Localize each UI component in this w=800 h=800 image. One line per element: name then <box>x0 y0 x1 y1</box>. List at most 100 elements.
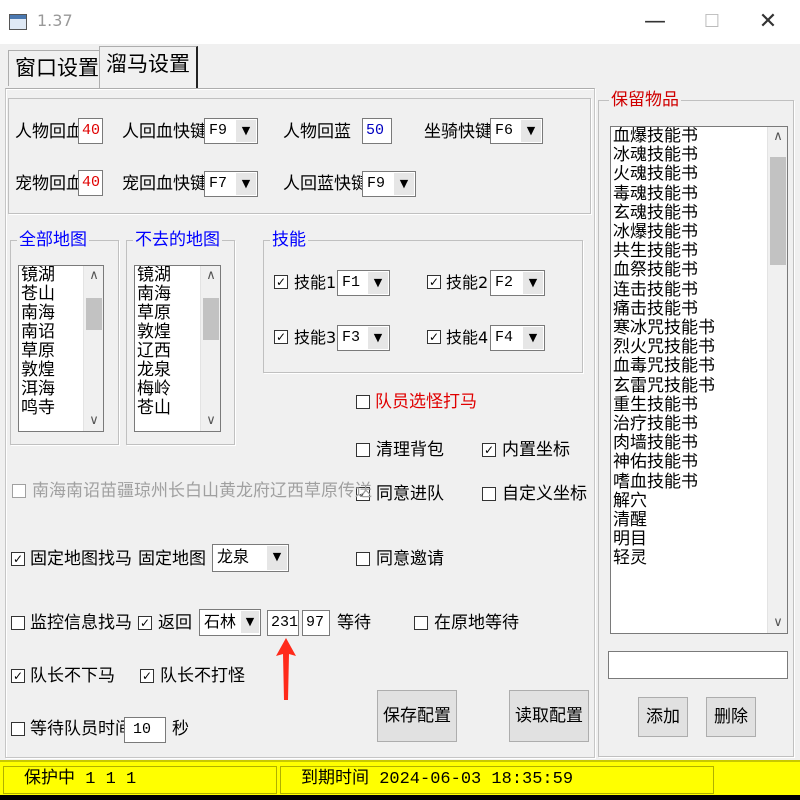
pet-key-select[interactable]: F7 ▼ <box>204 171 258 197</box>
list-item[interactable]: 玄魂技能书 <box>613 203 715 223</box>
list-item[interactable]: 南海 <box>137 285 171 304</box>
list-item[interactable]: 草原 <box>137 304 171 323</box>
builtin-coord-checkbox[interactable]: ✓ <box>482 443 496 457</box>
list-item[interactable]: 苍山 <box>137 399 171 418</box>
hp-input[interactable]: 40 <box>78 118 103 144</box>
keep-item-input[interactable] <box>608 651 788 679</box>
list-item[interactable]: 南海 <box>21 304 55 323</box>
scrollbar[interactable]: ∧ ∨ <box>83 266 103 431</box>
list-item[interactable]: 肉墙技能书 <box>613 434 715 453</box>
list-item[interactable]: 重生技能书 <box>613 395 715 415</box>
list-item[interactable]: 血爆技能书 <box>613 127 715 146</box>
list-item[interactable]: 毒魂技能书 <box>613 184 715 204</box>
list-item[interactable]: 镜湖 <box>137 266 171 285</box>
list-item[interactable]: 龙泉 <box>137 361 171 380</box>
list-item[interactable]: 敦煌 <box>21 361 55 380</box>
skip-maps-list[interactable]: 镜湖 南海 草原 敦煌 辽西 龙泉 梅岭 苍山 ∧ ∨ <box>134 265 221 432</box>
tab-horse-settings[interactable]: 溜马设置 <box>99 46 198 88</box>
scrollbar[interactable]: ∧ ∨ <box>200 266 220 431</box>
load-config-button[interactable]: 读取配置 <box>509 690 589 742</box>
scroll-down-icon[interactable]: ∨ <box>768 613 787 633</box>
skill3-key-select[interactable]: F3 ▼ <box>337 325 390 351</box>
clean-bag-checkbox[interactable] <box>356 443 370 457</box>
list-item[interactable]: 苍山 <box>21 285 55 304</box>
list-item[interactable]: 梅岭 <box>137 380 171 399</box>
skill4-key-select[interactable]: F4 ▼ <box>490 325 545 351</box>
scroll-thumb[interactable] <box>86 298 102 330</box>
list-item[interactable]: 敦煌 <box>137 323 171 342</box>
list-item[interactable]: 血毒咒技能书 <box>613 357 715 376</box>
custom-coord-checkbox[interactable] <box>482 487 496 501</box>
list-item[interactable]: 连击技能书 <box>613 280 715 300</box>
return-map-select[interactable]: 石林 ▼ <box>199 609 261 636</box>
scroll-up-icon[interactable]: ∧ <box>768 127 787 147</box>
list-item[interactable]: 嗜血技能书 <box>613 472 715 492</box>
monitor-checkbox[interactable] <box>11 616 25 630</box>
list-item[interactable]: 寒冰咒技能书 <box>613 318 715 338</box>
list-item[interactable]: 冰魂技能书 <box>613 146 715 165</box>
scroll-down-icon[interactable]: ∨ <box>84 411 103 431</box>
list-item[interactable]: 火魂技能书 <box>613 165 715 184</box>
list-item[interactable]: 烈火咒技能书 <box>613 338 715 357</box>
list-item[interactable]: 冰爆技能书 <box>613 222 715 242</box>
tab-window-settings[interactable]: 窗口设置 <box>8 50 106 86</box>
leader-no-fight-checkbox[interactable]: ✓ <box>140 669 154 683</box>
skill2-checkbox[interactable]: ✓ <box>427 275 441 289</box>
skill3-checkbox[interactable]: ✓ <box>274 330 288 344</box>
chevron-down-icon: ▼ <box>241 611 259 633</box>
scrollbar[interactable]: ∧ ∨ <box>767 127 787 633</box>
pet-input[interactable]: 40 <box>78 170 103 196</box>
add-button[interactable]: 添加 <box>638 697 688 737</box>
list-item[interactable]: 玄雷咒技能书 <box>613 376 715 396</box>
list-item[interactable]: 草原 <box>21 342 55 361</box>
skill2-key-select[interactable]: F2 ▼ <box>490 270 545 296</box>
scroll-down-icon[interactable]: ∨ <box>201 411 220 431</box>
save-config-button[interactable]: 保存配置 <box>377 690 457 742</box>
scroll-up-icon[interactable]: ∧ <box>84 266 103 286</box>
list-item[interactable]: 痛击技能书 <box>613 299 715 319</box>
list-item[interactable]: 清醒 <box>613 510 715 530</box>
list-item[interactable]: 轻灵 <box>613 549 715 568</box>
scroll-thumb[interactable] <box>770 157 786 265</box>
wait-seconds-input[interactable]: 10 <box>124 717 166 743</box>
fixed-map-select[interactable]: 龙泉 ▼ <box>212 544 289 572</box>
return-checkbox[interactable]: ✓ <box>138 616 152 630</box>
hp-key-select[interactable]: F9 ▼ <box>204 118 258 144</box>
list-item[interactable]: 鸣寺 <box>21 399 55 418</box>
member-pick-checkbox[interactable] <box>356 395 370 409</box>
list-item[interactable]: 神佑技能书 <box>613 453 715 472</box>
agree-invite-checkbox[interactable] <box>356 552 370 566</box>
skill1-checkbox[interactable]: ✓ <box>274 275 288 289</box>
clean-bag-label: 清理背包 <box>376 440 444 460</box>
list-item[interactable]: 共生技能书 <box>613 242 715 261</box>
mp-key-select[interactable]: F9 ▼ <box>362 171 416 197</box>
list-item[interactable]: 洱海 <box>21 380 55 399</box>
maximize-button[interactable]: ☐ <box>697 8 727 36</box>
keep-items-list[interactable]: 血爆技能书 冰魂技能书 火魂技能书 毒魂技能书 玄魂技能书 冰爆技能书 共生技能… <box>610 126 788 634</box>
scroll-thumb[interactable] <box>203 298 219 340</box>
mount-key-select[interactable]: F6 ▼ <box>490 118 543 144</box>
list-item[interactable]: 辽西 <box>137 342 171 361</box>
minimize-button[interactable]: — <box>640 8 670 36</box>
list-item[interactable]: 血祭技能书 <box>613 261 715 280</box>
coord-x-input[interactable]: 231 <box>267 610 299 636</box>
leader-no-dismount-checkbox[interactable]: ✓ <box>11 669 25 683</box>
list-item[interactable]: 镜湖 <box>21 266 55 285</box>
wait-member-label: 等待队员时间 <box>30 719 132 739</box>
route-checkbox[interactable] <box>12 484 26 498</box>
list-item[interactable]: 明目 <box>613 530 715 549</box>
delete-button[interactable]: 删除 <box>706 697 756 737</box>
all-maps-list[interactable]: 镜湖 苍山 南海 南诏 草原 敦煌 洱海 鸣寺 ∧ ∨ <box>18 265 104 432</box>
wait-member-checkbox[interactable] <box>11 722 25 736</box>
close-button[interactable]: ✕ <box>753 8 783 36</box>
skill4-checkbox[interactable]: ✓ <box>427 330 441 344</box>
mp-input[interactable]: 50 <box>362 118 392 144</box>
scroll-up-icon[interactable]: ∧ <box>201 266 220 286</box>
skill1-key-select[interactable]: F1 ▼ <box>337 270 390 296</box>
list-item[interactable]: 治疗技能书 <box>613 414 715 434</box>
list-item[interactable]: 南诏 <box>21 323 55 342</box>
list-item[interactable]: 解穴 <box>613 491 715 511</box>
coord-y-input[interactable]: 97 <box>302 610 330 636</box>
wait-here-checkbox[interactable] <box>414 616 428 630</box>
fixed-map-checkbox[interactable]: ✓ <box>11 552 25 566</box>
